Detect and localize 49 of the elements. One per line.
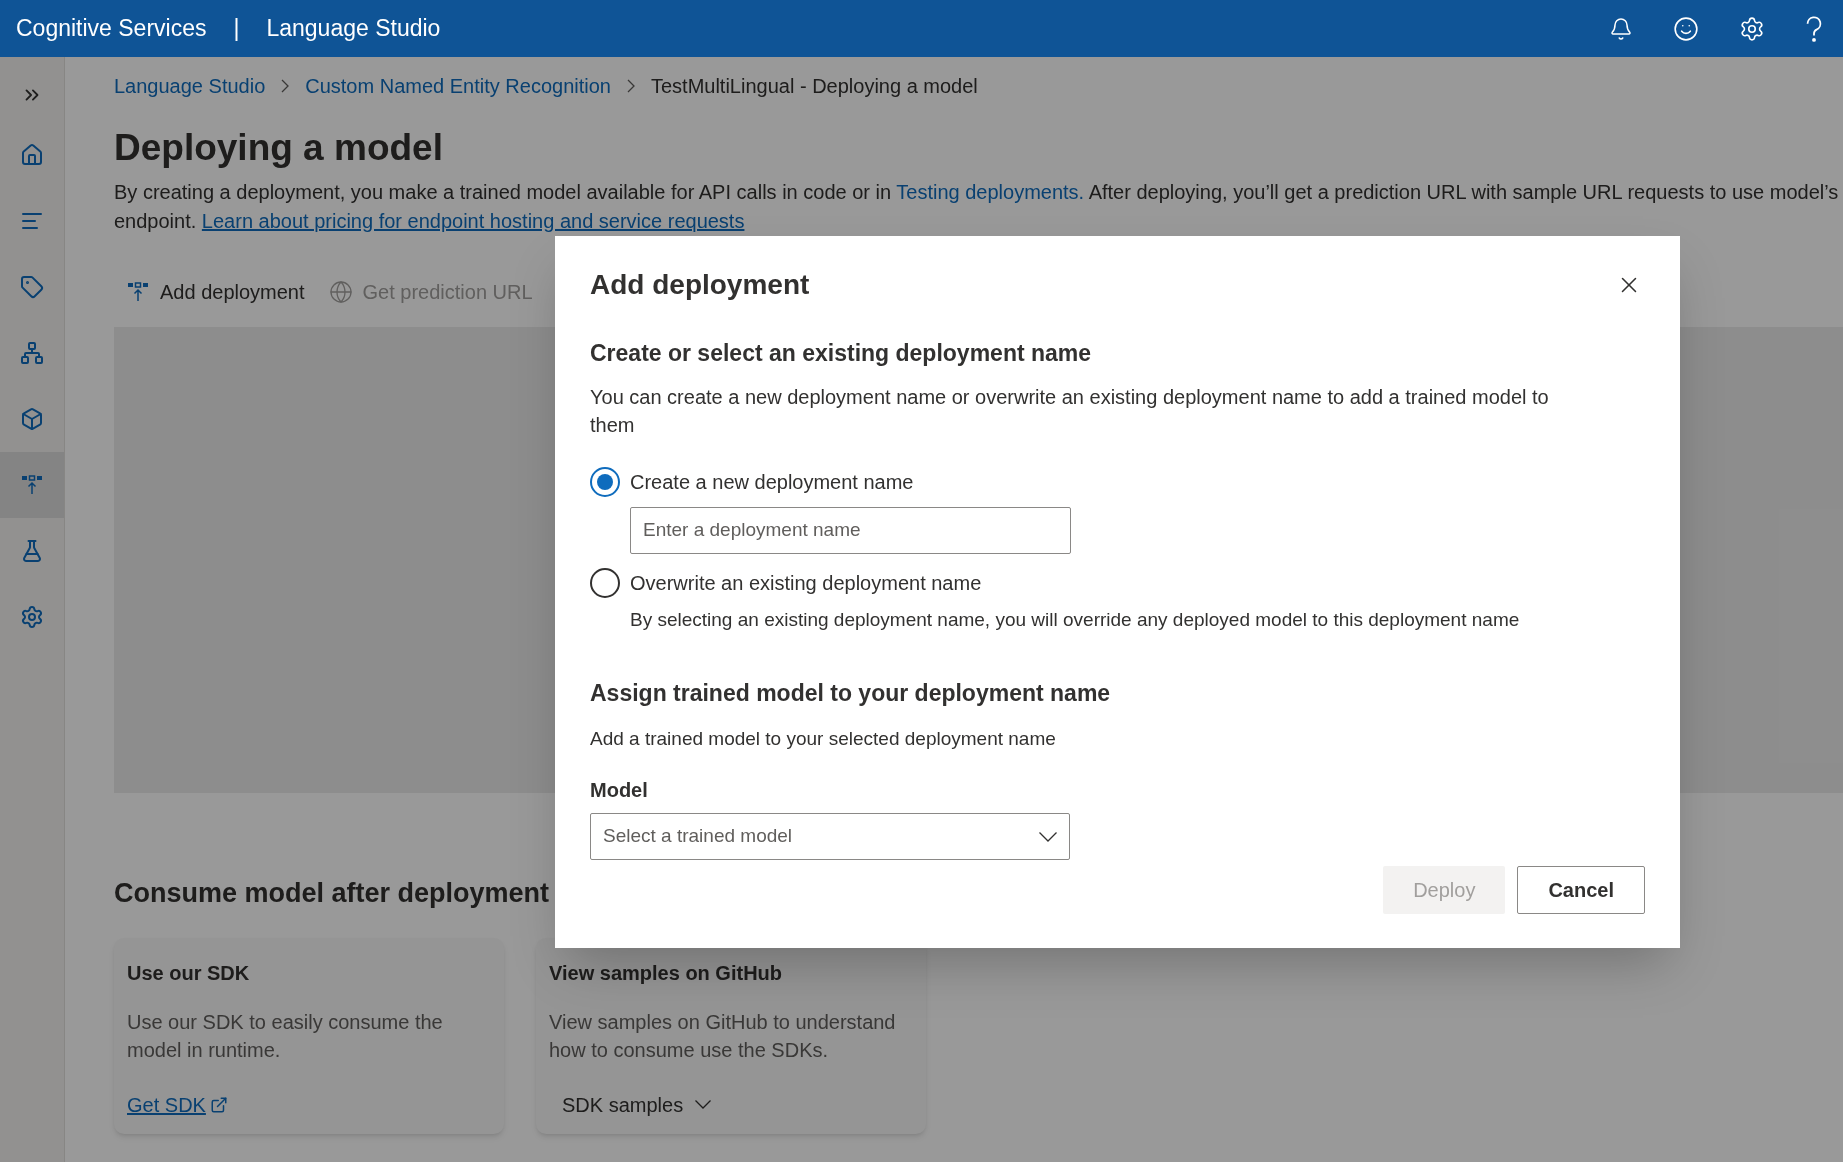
card-text: View samples on GitHub to understand how to consume use the SDKs. <box>549 1009 897 1063</box>
flask-icon[interactable] <box>20 539 44 563</box>
get-sdk-link[interactable]: Get SDK <box>127 1089 228 1120</box>
field-label: Model <box>590 778 649 803</box>
model-select[interactable]: Select a trained model <box>590 813 1070 860</box>
tag-icon[interactable] <box>20 275 44 299</box>
product-name: Cognitive Services <box>16 14 207 44</box>
title-separator: | <box>233 14 240 44</box>
pricing-link[interactable]: Learn about pricing for endpoint hosting and service requests <box>201 210 745 232</box>
network-icon[interactable] <box>20 341 44 365</box>
dialog-title: Add deployment <box>590 268 810 302</box>
breadcrumb-link[interactable]: Language Studio <box>114 71 266 101</box>
breadcrumb-current: TestMultiLingual - Deploying a model <box>650 74 978 99</box>
sidebar-item[interactable] <box>0 452 64 518</box>
help-icon[interactable] <box>1805 15 1823 42</box>
sdk-samples-dropdown[interactable]: SDK samples <box>562 1089 712 1120</box>
settings-icon[interactable] <box>20 605 44 629</box>
notifications-icon[interactable] <box>1609 16 1633 41</box>
radio-label[interactable]: Create a new deployment name <box>630 466 914 497</box>
radio-label[interactable]: Overwrite an existing deployment name <box>630 567 982 598</box>
dialog-section-title: Create or select an existing deployment name <box>590 339 1093 368</box>
cube-icon[interactable] <box>20 407 44 431</box>
breadcrumb-link[interactable]: Custom Named Entity Recognition <box>305 71 611 101</box>
dialog-section-text: You can create a new deployment name or overwrite an existing deployment name to add a trained model to them <box>590 384 1550 438</box>
deploy-icon <box>126 280 150 304</box>
page-title: Deploying a model <box>114 126 444 170</box>
page-description: By creating a deployment, you make a trained model available for API calls in code or in Testing deployments. After deploying, you’ll get a prediction URL with sample URL requests to use model’s endpoint. Learn about pricing for endpoint hosting and service requests <box>114 180 1840 234</box>
radio-button[interactable] <box>590 466 620 497</box>
external-link-icon <box>209 1095 228 1114</box>
dialog-section-text: Add a trained model to your selected deployment name <box>590 726 1057 751</box>
app-name[interactable]: Language Studio <box>266 11 441 46</box>
deploy-icon <box>20 473 44 497</box>
chevron-down-icon <box>695 1100 712 1109</box>
add-deployment-button[interactable]: Add deployment <box>126 277 305 307</box>
deployment-name-input[interactable]: Enter a deployment name <box>630 506 1071 554</box>
card-title: Use our SDK <box>127 960 251 986</box>
card-title: View samples on GitHub <box>549 960 784 986</box>
home-icon[interactable] <box>20 143 44 167</box>
section-title: Consume model after deployment <box>114 877 550 910</box>
cancel-button[interactable]: Cancel <box>1517 866 1645 914</box>
radio-button[interactable] <box>590 567 620 598</box>
smiley-icon[interactable] <box>1673 15 1699 42</box>
globe-icon <box>328 280 353 304</box>
chevron-down-icon <box>1039 831 1057 842</box>
option-note: By selecting an existing deployment name, you will override any deployed model to this deployment name <box>630 607 1521 632</box>
dialog-section-title: Assign trained model to your deployment name <box>590 679 1112 708</box>
testing-link[interactable]: Testing deployments. <box>896 181 1085 203</box>
card-text: Use our SDK to easily consume the model in runtime. <box>127 1009 444 1063</box>
settings-icon[interactable] <box>1739 15 1765 42</box>
